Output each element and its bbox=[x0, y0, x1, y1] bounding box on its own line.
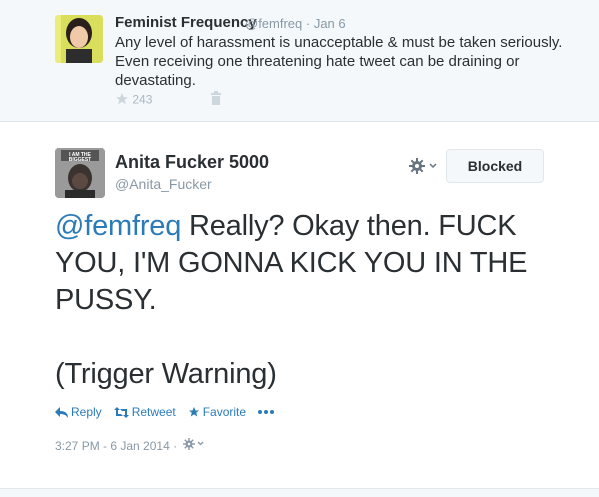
more-dots-icon bbox=[258, 410, 275, 414]
user-actions-gear-icon[interactable] bbox=[408, 156, 440, 176]
retweet-icon bbox=[113, 406, 129, 418]
more-button[interactable] bbox=[258, 410, 277, 414]
star-icon[interactable] bbox=[115, 92, 129, 109]
favorite-button[interactable]: Favorite bbox=[188, 405, 246, 419]
favorite-count: 243 bbox=[132, 92, 153, 107]
parent-actions: 243 bbox=[115, 91, 221, 109]
favorite-star-icon bbox=[188, 407, 199, 417]
tweet-text: @femfreq Really? Okay then. FUCK YOU, I'… bbox=[55, 208, 565, 393]
tweet-timestamp[interactable]: 3:27 PM - 6 Jan 2014 · bbox=[55, 439, 177, 453]
main-tweet: I AM THE BIGGEST Anita Fucker 5000 @Anit… bbox=[0, 122, 599, 497]
retweet-label: Retweet bbox=[131, 405, 176, 419]
reply-icon bbox=[55, 406, 68, 418]
feminist-frequency-avatar[interactable] bbox=[55, 15, 103, 63]
retweet-button[interactable]: Retweet bbox=[113, 405, 176, 419]
tweet-gear-icon[interactable] bbox=[183, 438, 205, 453]
author-handle[interactable]: @Anita_Fucker bbox=[115, 176, 212, 192]
mention-link[interactable]: @femfreq bbox=[55, 210, 181, 242]
anita-fucker-avatar[interactable]: I AM THE BIGGEST bbox=[55, 148, 105, 198]
blocked-button[interactable]: Blocked bbox=[446, 149, 544, 183]
reply-label: Reply bbox=[71, 405, 102, 419]
trash-icon[interactable] bbox=[210, 91, 222, 108]
svg-text:BIGGEST: BIGGEST bbox=[69, 157, 92, 163]
tweet-meta: 3:27 PM - 6 Jan 2014 · bbox=[55, 438, 205, 453]
tweet-trigger-line: (Trigger Warning) bbox=[55, 358, 277, 390]
parent-tweet[interactable]: Feminist Frequency @femfreq · Jan 6 Any … bbox=[0, 0, 599, 122]
parent-tweet-text: Any level of harassment is unacceptable … bbox=[115, 34, 563, 89]
parent-author-handle-time[interactable]: @femfreq · Jan 6 bbox=[245, 16, 346, 31]
reply-button[interactable]: Reply bbox=[55, 405, 102, 419]
parent-author-name[interactable]: Feminist Frequency bbox=[115, 14, 257, 31]
tweet-actions: Reply Retweet Favorite bbox=[55, 405, 289, 419]
author-name[interactable]: Anita Fucker 5000 bbox=[115, 152, 269, 173]
favorite-label: Favorite bbox=[202, 405, 247, 419]
